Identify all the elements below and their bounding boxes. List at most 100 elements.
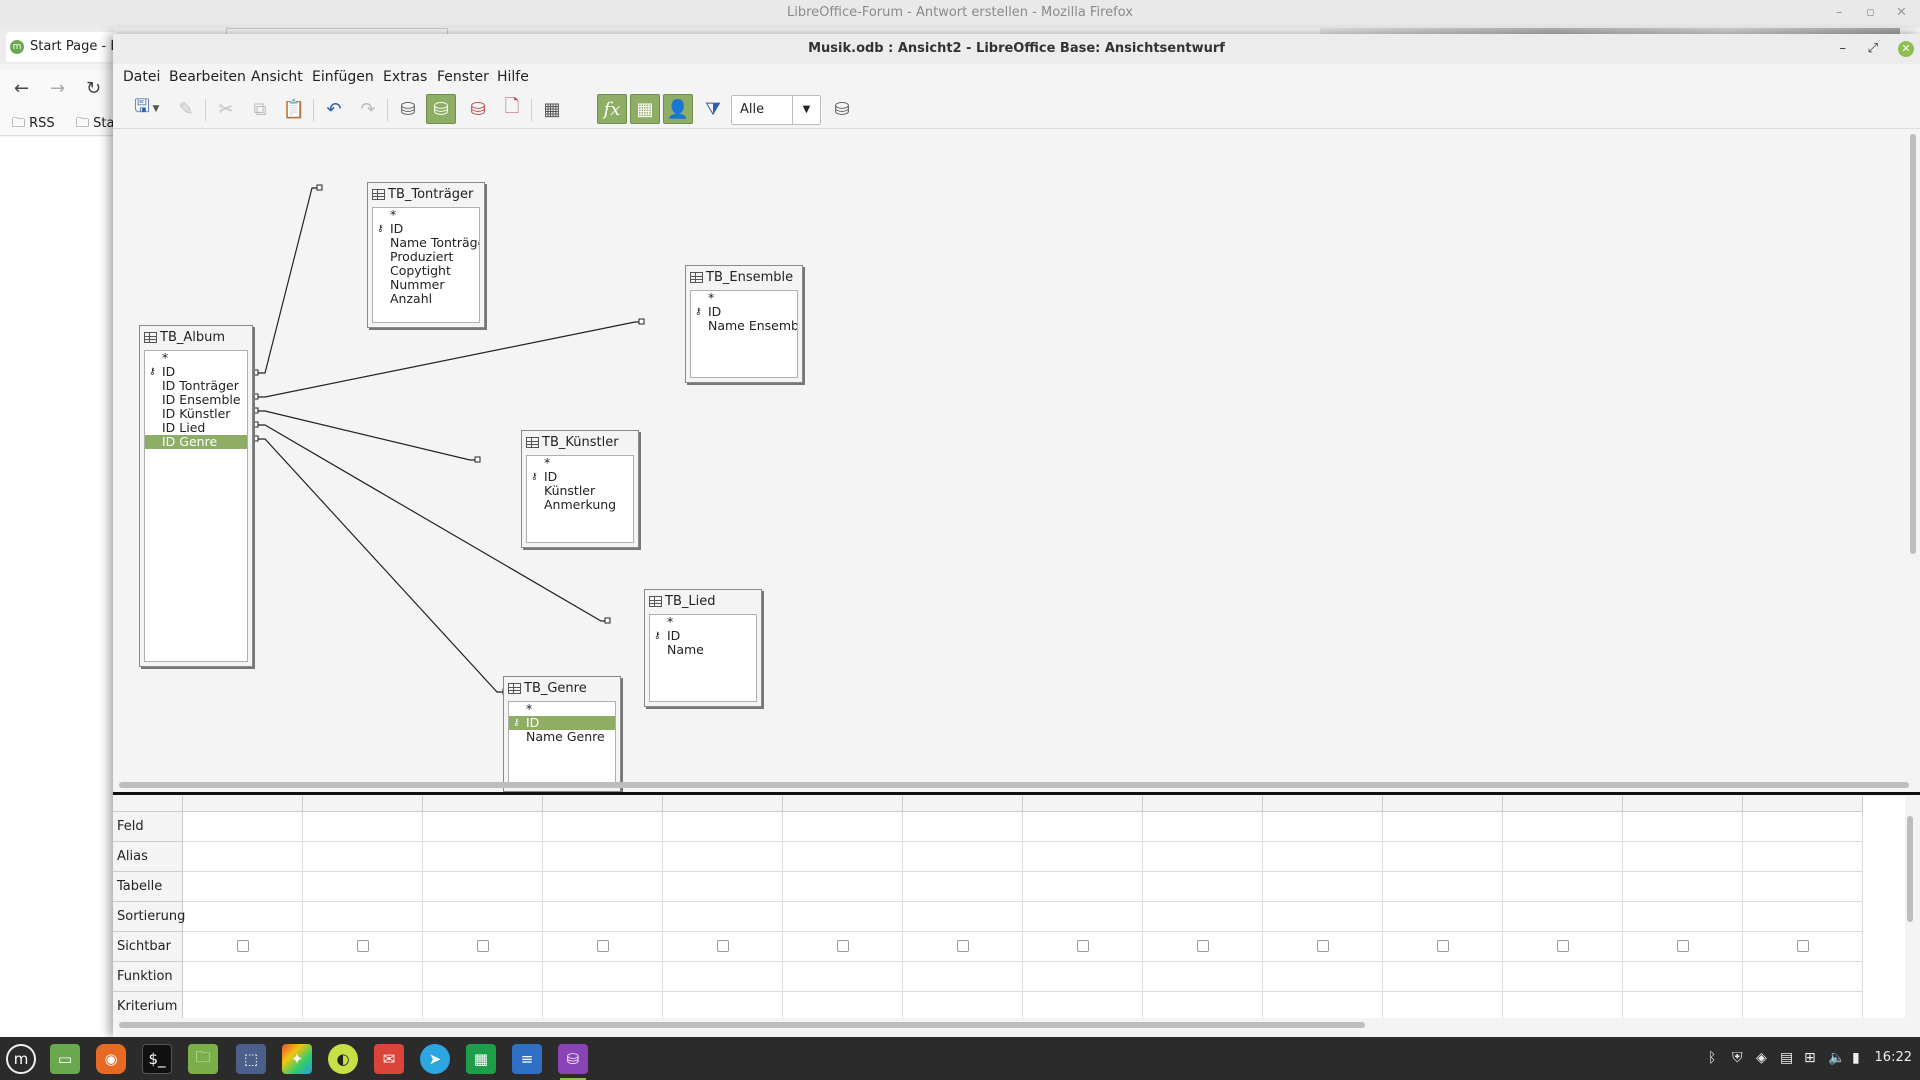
grid-cell[interactable] (303, 902, 423, 932)
grid-cell[interactable] (1503, 992, 1623, 1018)
visible-checkbox[interactable] (477, 940, 489, 952)
grid-cell[interactable] (543, 962, 663, 992)
field-item-selected[interactable]: ID Genre (145, 435, 247, 449)
mint-menu-icon[interactable]: m (6, 1044, 36, 1074)
design-vertical-scrollbar[interactable] (1910, 134, 1916, 554)
design-horizontal-scrollbar[interactable] (119, 782, 1909, 788)
design-view-toggle-icon[interactable]: ⛁ (426, 94, 456, 124)
firefox-icon[interactable]: ◉ (96, 1044, 126, 1074)
shield-icon[interactable]: ⛨ (1732, 1050, 1743, 1066)
splitter[interactable] (113, 792, 1920, 795)
volume-icon[interactable]: 🔈 (1828, 1050, 1845, 1066)
limit-select[interactable]: Alle ▼ (731, 95, 821, 125)
field-item[interactable]: ID Künstler (145, 407, 247, 421)
telegram-icon[interactable]: ➤ (420, 1044, 450, 1074)
field-item[interactable]: Copytight (373, 264, 479, 278)
field-item-primary-key[interactable]: ⚷ ID (650, 629, 756, 643)
grid-cell[interactable] (1623, 932, 1743, 962)
grid-cell[interactable] (183, 842, 303, 872)
battery-icon[interactable]: ▮ (1852, 1050, 1860, 1066)
grid-cell[interactable] (1383, 992, 1503, 1018)
grid-cell[interactable] (183, 902, 303, 932)
grid-cell[interactable] (1263, 932, 1383, 962)
field-item[interactable]: Name Genre (509, 730, 615, 744)
lo-restore-button[interactable]: ⤢ (1868, 34, 1878, 64)
grid-cell[interactable] (663, 932, 783, 962)
table-header[interactable]: TB_Genre (504, 677, 620, 701)
grid-cell[interactable] (1743, 932, 1863, 962)
grid-cell[interactable] (1263, 842, 1383, 872)
grid-column-header[interactable] (1143, 796, 1263, 812)
clear-query-icon[interactable]: ⛁ (463, 94, 493, 124)
functions-icon[interactable]: fx (597, 94, 627, 124)
grid-cell[interactable] (423, 812, 543, 842)
grid-cell[interactable] (1503, 812, 1623, 842)
show-desktop-icon[interactable]: ▭ (50, 1044, 80, 1074)
nvidia-icon[interactable]: ◈ (1756, 1050, 1767, 1066)
grid-cell[interactable] (1623, 902, 1743, 932)
grid-cell[interactable] (1263, 812, 1383, 842)
grid-column-header[interactable] (1743, 796, 1863, 812)
field-item-primary-key[interactable]: ⚷ ID (527, 470, 633, 484)
grid-cell[interactable] (1263, 992, 1383, 1018)
firefox-tab-start-page[interactable]: m Start Page - Li (6, 32, 121, 62)
mail-app-icon[interactable]: ✉ (374, 1044, 404, 1074)
field-list[interactable]: * ⚷ ID Name Tonträger Produziert Copytigh… (372, 207, 480, 323)
grid-cell[interactable] (663, 872, 783, 902)
grid-cell[interactable] (1143, 872, 1263, 902)
table-window-ensemble[interactable]: TB_Ensemble * ⚷ ID Name Ensemble (685, 265, 803, 383)
grid-cell[interactable] (423, 962, 543, 992)
field-item[interactable]: * (691, 291, 797, 305)
lo-close-button[interactable]: ✕ (1898, 41, 1914, 57)
grid-cell[interactable] (903, 842, 1023, 872)
grid-vertical-scrollbar[interactable] (1907, 816, 1913, 922)
grid-cell[interactable] (1383, 812, 1503, 842)
calc-icon[interactable]: ▦ (466, 1044, 496, 1074)
grid-horizontal-scrollbar[interactable] (119, 1022, 1365, 1028)
grid-cell[interactable] (1143, 842, 1263, 872)
grid-cell[interactable] (303, 842, 423, 872)
field-item[interactable]: * (527, 456, 633, 470)
grid-cell[interactable] (543, 872, 663, 902)
grid-cell[interactable] (1383, 842, 1503, 872)
save-dropdown-icon[interactable]: ▼ (149, 94, 163, 124)
grid-cell[interactable] (1623, 992, 1743, 1018)
grid-cell[interactable] (1143, 902, 1263, 932)
visible-checkbox[interactable] (237, 940, 249, 952)
field-item-primary-key-selected[interactable]: ⚷ ID (509, 716, 615, 730)
grid-cell[interactable] (903, 812, 1023, 842)
field-list[interactable]: * ⚷ ID ID Tonträger ID Ensemble ID Künstl… (144, 350, 248, 662)
grid-cell[interactable] (783, 902, 903, 932)
grid-cell[interactable] (783, 812, 903, 842)
delete-icon[interactable]: 🗋 (497, 94, 527, 124)
files-icon[interactable]: 🗀 (188, 1044, 218, 1074)
menu-datei[interactable]: Datei (123, 69, 160, 85)
relation-album-kuenstler[interactable] (257, 410, 477, 461)
grid-cell[interactable] (183, 932, 303, 962)
chevron-down-icon[interactable]: ▼ (792, 96, 820, 124)
table-name-icon[interactable]: ▦ (630, 94, 660, 124)
grid-cell[interactable] (183, 992, 303, 1018)
clipboard-icon[interactable]: ▤ (1780, 1050, 1793, 1066)
grid-cell[interactable] (1743, 992, 1863, 1018)
grid-cell[interactable] (783, 992, 903, 1018)
grid-cell[interactable] (303, 872, 423, 902)
field-item[interactable]: Name Tonträger (373, 236, 479, 250)
grid-cell[interactable] (303, 962, 423, 992)
forward-arrow-icon[interactable]: → (50, 78, 65, 99)
table-design-area[interactable]: TB_Album * ⚷ ID ID Tonträger ID Ensemble … (115, 132, 1907, 792)
screenshot-tool-icon[interactable]: ⬚ (236, 1044, 266, 1074)
grid-cell[interactable] (1023, 992, 1143, 1018)
grid-cell[interactable] (423, 992, 543, 1018)
grid-cell[interactable] (1023, 932, 1143, 962)
field-item[interactable]: * (509, 702, 615, 716)
table-header[interactable]: TB_Lied (645, 590, 761, 614)
grid-cell[interactable] (1743, 842, 1863, 872)
grid-cell[interactable] (1023, 962, 1143, 992)
relation-album-tontraeger[interactable] (257, 187, 318, 374)
grid-cell[interactable] (543, 842, 663, 872)
lo-minimize-button[interactable]: – (1840, 34, 1847, 64)
grid-cell[interactable] (1263, 902, 1383, 932)
network-icon[interactable]: ⊞ (1804, 1050, 1816, 1066)
visible-checkbox[interactable] (1797, 940, 1809, 952)
